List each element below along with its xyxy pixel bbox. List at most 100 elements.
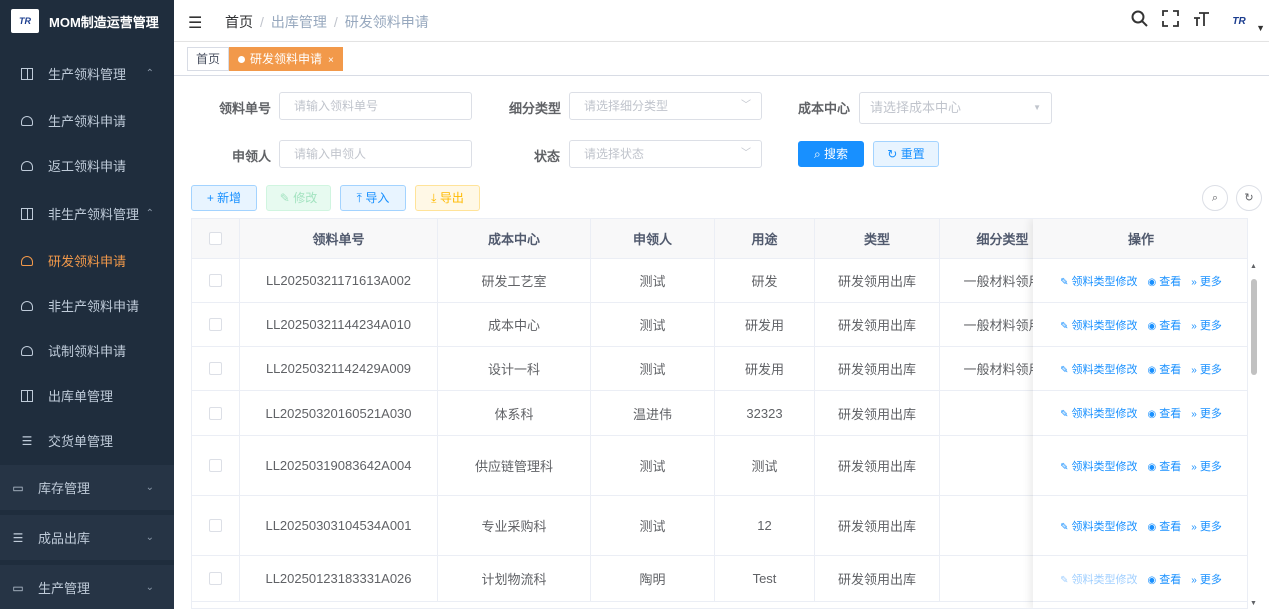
tag-home-label: 首页 [196,52,221,66]
more-link-label: 更多 [1199,573,1222,586]
checkbox-icon[interactable] [209,274,222,287]
edit-button[interactable]: ✎ 修改 [266,185,331,211]
checkbox-icon[interactable] [209,406,222,420]
sidebar-item[interactable]: 返工领料申请 [0,143,174,188]
sidebar-item[interactable]: 生产领料管理 ⌃ [0,51,174,96]
sidebar-item[interactable]: ☰ 成品出库 ⌄ [0,515,174,560]
modify-type-link[interactable]: ✎ 领料类型修改 [1060,518,1137,534]
sidebar-item[interactable]: 非生产领料申请 [0,283,174,328]
scrollbar-thumb[interactable] [1251,279,1257,375]
more-link[interactable]: » 更多 [1191,518,1222,534]
row-checkbox[interactable] [192,556,240,601]
checkbox-icon[interactable] [209,572,222,585]
export-button[interactable]: ⤓ 导出 [415,185,480,211]
avatar[interactable]: TR [1224,11,1254,31]
edit-icon: ✎ [1060,574,1069,586]
modify-type-link[interactable]: ✎ 领料类型修改 [1060,458,1137,474]
sidebar-item[interactable]: 非生产领料管理 ⌃ [0,191,174,236]
checkbox-icon[interactable] [209,519,222,532]
checkbox-icon[interactable] [209,232,222,245]
sidebar-item[interactable]: ▭ 生产管理 ⌄ [0,565,174,609]
sidebar-item[interactable]: ☰ 交货单管理 [0,418,174,463]
fullscreen-icon[interactable] [1162,10,1179,32]
status-select[interactable]: 请选择状态 ﹀ [569,140,762,168]
modify-type-link-label: 领料类型修改 [1071,363,1138,376]
refresh-button[interactable]: ↻ [1236,185,1262,211]
monitor-icon: ▭ [12,480,24,495]
checkbox-icon[interactable] [209,318,222,331]
more-link[interactable]: » 更多 [1191,405,1222,421]
row-checkbox[interactable] [192,436,240,495]
tag-rd-requisition[interactable]: 研发领料申请 × [229,47,343,71]
row-checkbox[interactable] [192,347,240,390]
column-header: 申领人 [591,219,715,258]
search-button[interactable]: ⌕ 搜索 [798,141,864,167]
view-link[interactable]: ◉ 查看 [1148,405,1182,421]
operations-cell: ✎ 领料类型修改 ◉ 查看 » 更多 [1033,556,1247,602]
view-link[interactable]: ◉ 查看 [1148,273,1182,289]
order-no-input[interactable]: 请输入领料单号 [279,92,472,120]
view-link[interactable]: ◉ 查看 [1148,317,1182,333]
sidebar-item-label: 生产管理 [38,581,91,596]
more-link-label: 更多 [1199,363,1222,376]
scroll-down-icon[interactable]: ▼ [1250,600,1257,607]
table-cell: LL20250319083642A004 [240,436,438,495]
view-link[interactable]: ◉ 查看 [1148,458,1182,474]
toggle-search-button[interactable]: ⌕ [1202,185,1228,211]
cost-center-select[interactable]: 请选择成本中心 ▼ [859,92,1052,124]
tag-home[interactable]: 首页 [187,47,230,71]
add-button[interactable]: + 新增 [191,185,257,211]
scroll-up-icon[interactable]: ▲ [1250,263,1257,270]
modify-type-link[interactable]: ✎ 领料类型修改 [1060,361,1137,377]
view-link[interactable]: ◉ 查看 [1148,571,1182,587]
sidebar-item[interactable]: ▭ 库存管理 ⌄ [0,465,174,510]
view-link[interactable]: ◉ 查看 [1148,361,1182,377]
modify-type-link[interactable]: ✎ 领料类型修改 [1060,405,1137,421]
helmet-shape [21,255,33,266]
checkbox-icon[interactable] [209,362,222,375]
view-link-label: 查看 [1159,319,1182,332]
more-link-label: 更多 [1199,319,1222,332]
top-navbar: ☰ 首页 / 出库管理 / 研发领料申请 TR ▼ [174,0,1269,42]
sidebar-item[interactable]: 试制领料申请 [0,328,174,373]
select-all-checkbox[interactable] [192,219,240,258]
sub-type-select[interactable]: 请选择细分类型 ﹀ [569,92,762,120]
sidebar-item[interactable]: 研发领料申请 [0,238,174,283]
double-arrow-right-icon: » [1191,276,1197,288]
close-icon[interactable]: × [328,55,334,66]
row-checkbox[interactable] [192,259,240,302]
table-scrollbar[interactable]: ▲ ▼ [1249,259,1259,609]
edit-icon: ✎ [1060,320,1069,332]
double-arrow-right-icon: » [1191,320,1197,332]
helmet-icon [20,254,34,268]
row-checkbox[interactable] [192,496,240,555]
hamburger-icon[interactable]: ☰ [188,13,202,33]
more-link[interactable]: » 更多 [1191,458,1222,474]
font-size-icon[interactable] [1193,10,1210,32]
more-link[interactable]: » 更多 [1191,317,1222,333]
modify-type-link[interactable]: ✎ 领料类型修改 [1060,273,1137,289]
sidebar-item[interactable]: 生产领料申请 [0,98,174,143]
more-link[interactable]: » 更多 [1191,361,1222,377]
breadcrumb-current: 研发领料申请 [344,14,429,30]
modify-type-link[interactable]: ✎ 领料类型修改 [1060,571,1137,587]
caret-down-icon[interactable]: ▼ [1256,23,1265,33]
more-link[interactable]: » 更多 [1191,571,1222,587]
row-checkbox[interactable] [192,303,240,346]
more-link-label: 更多 [1199,408,1222,420]
breadcrumb-home[interactable]: 首页 [225,14,253,30]
import-button-label: 导入 [365,191,390,205]
applicant-input[interactable]: 请输入申领人 [279,140,472,168]
more-link[interactable]: » 更多 [1191,273,1222,289]
reset-button[interactable]: ↻ 重置 [873,141,939,167]
sidebar-item[interactable]: 出库单管理 [0,373,174,418]
checkbox-icon[interactable] [209,459,222,472]
modify-type-link[interactable]: ✎ 领料类型修改 [1060,317,1137,333]
view-link-label: 查看 [1159,520,1182,533]
view-link[interactable]: ◉ 查看 [1148,518,1182,534]
table-cell: LL20250321142429A009 [240,347,438,390]
import-button[interactable]: ⤒ 导入 [340,185,406,211]
search-icon[interactable] [1131,10,1148,32]
row-checkbox[interactable] [192,391,240,435]
view-link-label: 查看 [1159,363,1182,376]
